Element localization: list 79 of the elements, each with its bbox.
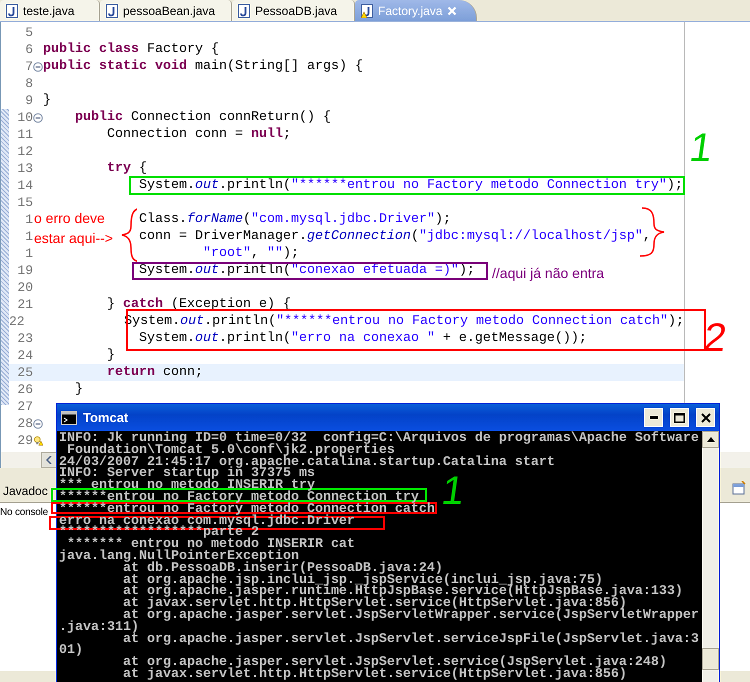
java-file-icon [6,4,18,18]
minimize-icon [650,416,658,419]
line-number: 19 [16,263,33,278]
editor-tab[interactable]: PessoaDB.java [232,0,355,21]
code-line: } [43,93,51,108]
console-output-line: at db.PessoaDB.inserir(PessoaDB.java:24) [122,562,443,575]
line-number: 26 [16,382,33,397]
code-line: "root", ""); [202,246,299,261]
console-output-line: 01) [59,645,83,658]
line-number: 25 [16,365,33,380]
line-number: 5 [24,25,33,40]
line-number: 24 [16,348,33,363]
scroll-left-button[interactable] [41,452,57,468]
fold-toggle-icon[interactable] [33,418,43,428]
code-line: conn = DriverManager.getConnection("jdbc:mysql://localhost/jsp", [138,229,651,244]
handwritten-note: 1 [687,128,716,168]
editor-tab[interactable]: teste.java [0,0,100,21]
scroll-up-button[interactable] [702,431,719,448]
code-line: Connection conn = null; [107,127,291,142]
line-number: 10 [16,110,33,125]
console-output-line: 24/03/2007 21:45:17 org.apache.catalina.startup.Catalina start [59,456,555,468]
maximize-button[interactable] [670,408,689,427]
maximize-icon [674,412,685,422]
code-line: public class Factory { [43,42,219,57]
line-number: 21 [16,297,33,312]
line-number: 14 [16,178,33,193]
line-number: 8 [24,76,33,91]
fold-toggle-icon[interactable] [33,112,43,122]
console-output-line: at javax.servlet.http.HttpServlet.service(HttpServlet.java:856) [122,598,627,610]
console-output-line: at org.apache.jasper.servlet.JspServlet.serviceJspFile(JspServlet.java:3 [122,634,699,646]
code-line: Class.forName("com.mysql.jdbc.Driver"); [138,212,451,227]
command-prompt-icon [61,410,77,424]
minimize-button[interactable] [644,408,663,427]
line-number: 20 [16,280,33,295]
line-number: 1 [24,212,33,227]
console-output-line: at org.apache.jasper.runtime.HttpJspBase.service(HttpJspBase.java:133) [122,586,683,598]
java-file-icon [106,4,118,18]
console-output-line: at javax.servlet.http.HttpServlet.service(HttpServlet.java:856) [122,668,627,681]
close-button[interactable] [696,408,715,427]
line-number: 12 [16,144,33,159]
console-output-line: java.lang.NullPointerException [59,550,299,563]
scrollbar-thumb[interactable] [702,648,719,670]
line-number: 23 [16,331,33,346]
line-number: 11 [16,127,33,142]
line-number: 28 [16,416,33,431]
line-number: 6 [24,42,33,57]
close-icon [700,412,710,422]
code-line: return conn; [107,365,203,380]
handwritten-note: //aqui já não entra [492,264,606,283]
code-line: System.out.println("erro na conexao " + e.getMessage()); [138,331,587,346]
window-title: Tomcat [83,410,130,425]
up-arrow-icon [706,437,714,442]
console-toolbar-icon[interactable] [732,481,746,495]
console-output-line: at org.apache.jsp.inclui_jsp._jspService(inclui_jsp.java:75) [122,574,603,586]
handwritten-note: 1 [439,471,459,511]
editor-tab[interactable]: pessoaBean.java [100,0,232,21]
line-number: 7 [24,59,33,74]
fold-toggle-icon[interactable] [33,62,43,72]
panel-tab[interactable]: Javadoc [0,481,51,501]
line-number: 9 [24,93,33,108]
code-line: } [75,382,83,397]
console-output-line: .java:311) [59,622,139,634]
console-output-line: at org.apache.jasper.servlet.JspServlet.service(JspServlet.java:248) [122,657,667,669]
code-line: public Connection connReturn() { [75,110,331,125]
code-line: } [107,348,115,363]
line-number: 29 [16,433,33,448]
line-number: 15 [16,195,33,210]
java-file-icon [238,4,250,18]
line-number: 27 [16,399,33,414]
code-line: try { [107,161,147,176]
handwritten-note: 2 [701,318,730,358]
line-number: 13 [16,161,33,176]
code-line: System.out.println("******entrou no Factory metodo Connection try"); [138,178,683,193]
java-file-warning-icon [361,4,373,18]
line-number: 22 [9,314,25,329]
line-number: 1 [24,229,33,244]
console-message: No console [0,507,48,518]
code-line: public static void main(String[] args) { [43,59,363,74]
line-number: 1 [24,246,33,261]
